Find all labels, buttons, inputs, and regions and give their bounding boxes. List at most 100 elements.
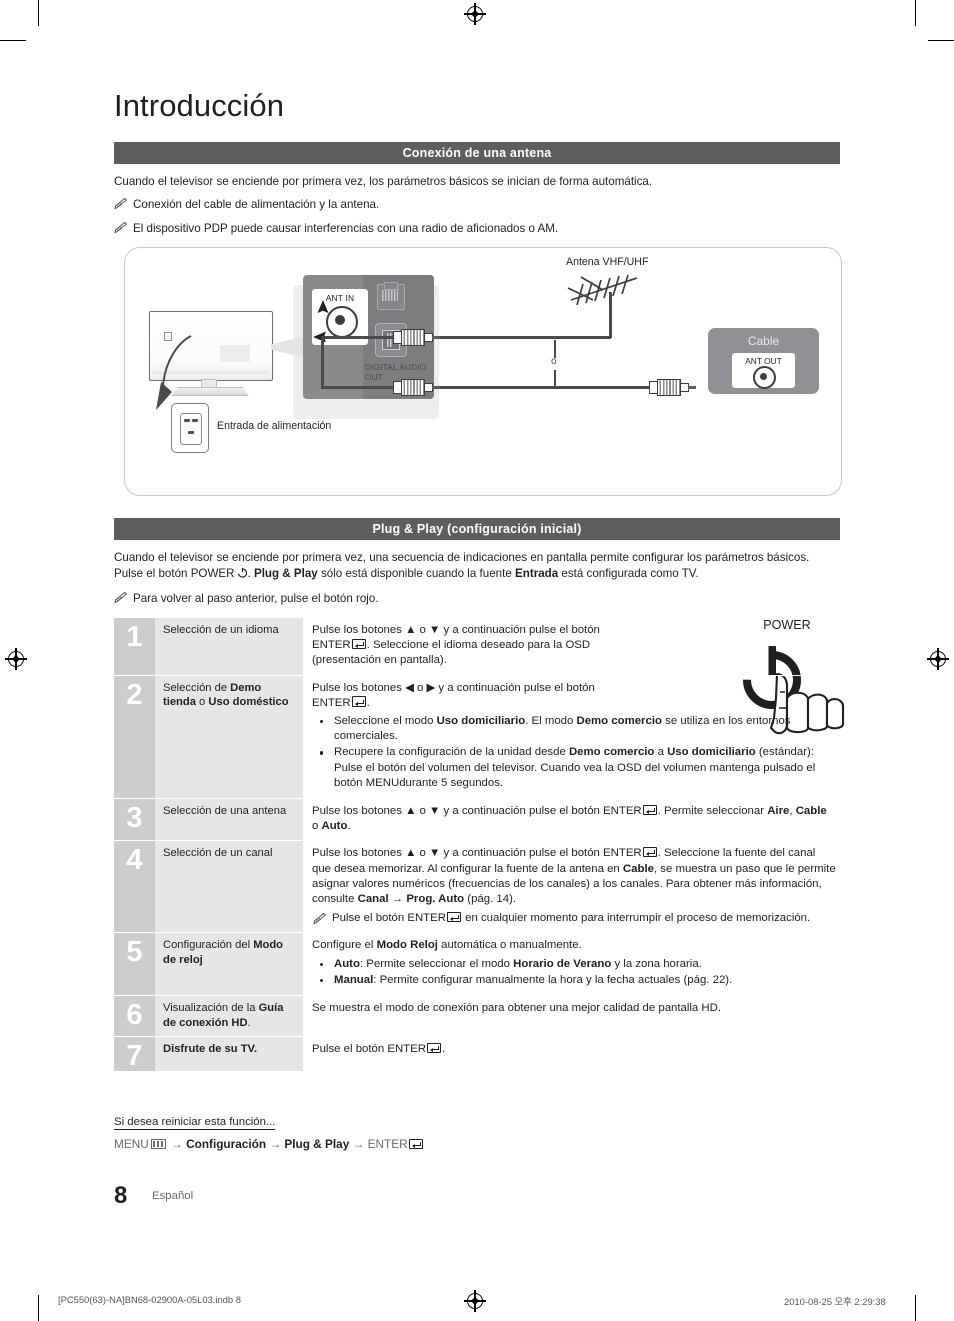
step4-note-p1: Pulse el botón ENTER: [332, 912, 446, 925]
entrada-bold-term: Entrada: [515, 566, 559, 580]
step-title-text: Selección de un canal: [163, 847, 273, 860]
reinit-heading: Si desea reiniciar esta función...: [114, 1116, 276, 1130]
step3-p5: .: [347, 820, 351, 833]
power-word: POWER: [190, 566, 235, 580]
registration-mark-top: [464, 3, 486, 25]
step-number: 4: [114, 841, 155, 933]
step-title-text: Selección de una antena: [163, 805, 287, 818]
plugplay-note-text: Para volver al paso anterior, pulse el b…: [133, 592, 379, 605]
antenna-intro-paragraph: Cuando el televisor se enciende por prim…: [114, 175, 653, 188]
step5-bullet-list: Auto: Permite seleccionar el modo Horari…: [312, 957, 836, 988]
registration-mark-bottom: [464, 1290, 486, 1312]
menu-path-arrow2: →: [266, 1137, 285, 1151]
coax-plug-lower-left: [393, 379, 440, 396]
arrow-into-ant-in-lower: [317, 300, 329, 313]
b1-b2: Demo comercio: [576, 715, 662, 728]
crop-mark-top-left-h: [0, 40, 26, 42]
menu-path-menu: MENU: [114, 1137, 149, 1151]
step6-title-a: Visualización de la: [163, 1002, 259, 1015]
step-number: 3: [114, 799, 155, 841]
section-heading-antenna: Conexión de una antena: [114, 142, 840, 164]
print-footer-datetime: 2010-08-25 오후 2:29:38: [784, 1296, 886, 1307]
wire-upper-horizontal: [321, 336, 611, 339]
step5-title-a: Configuración del: [163, 939, 254, 952]
step-number: 6: [114, 996, 155, 1037]
step1-line3: (presentación en pantalla).: [312, 654, 447, 667]
enter-key-icon: [642, 846, 657, 858]
enter-key-icon: [351, 638, 366, 650]
step-number: 7: [114, 1037, 155, 1072]
step6-title-c: .: [247, 1016, 251, 1029]
b2-p1: Recupere la configuración de la unidad d…: [334, 746, 569, 759]
s5b2-p1: : Permite configurar manualmente la hora…: [373, 973, 733, 986]
cable-box: Cable ANT OUT: [708, 328, 819, 394]
reinit-heading-text: Si desea reiniciar esta función...: [114, 1116, 276, 1130]
coax-plug-lower-right: [649, 379, 696, 396]
step-body: Configure el Modo Reloj automática o man…: [303, 933, 840, 995]
crop-mark-top-right-v: [915, 0, 917, 26]
wire-lower-vertical-to-antin: [321, 336, 324, 388]
pencil-note-icon: [313, 913, 327, 925]
crop-mark-top-right-h: [928, 40, 954, 42]
step1-line2b: . Seleccione el idioma deseado para la O…: [366, 639, 591, 652]
lan-port-icon: [377, 282, 405, 310]
step-body: Pulse los botones ◀ o ▶ y a continuación…: [303, 676, 840, 798]
coax-plug-upper-left: [393, 329, 440, 346]
plugplay-intro-part4: está configurada como TV.: [558, 566, 699, 580]
step-body: Pulse los botones ▲ o ▼ y a continuación…: [303, 618, 840, 675]
step3-p4: o: [312, 820, 322, 833]
list-item: Seleccione el modo Uso domiciliario. El …: [312, 714, 836, 744]
list-item: Recupere la configuración de la unidad d…: [312, 745, 836, 791]
step7-p2: .: [441, 1043, 446, 1056]
language-label: Español: [152, 1190, 194, 1202]
power-socket-inner: [180, 413, 202, 445]
step-row-2: 2 Selección de Demo tienda o Uso domésti…: [114, 675, 840, 800]
step2-line2b: .: [366, 696, 370, 709]
step-body: Pulse el botón ENTER.: [303, 1037, 840, 1071]
step-row-5: 5 Configuración del Modo de reloj Config…: [114, 933, 840, 997]
power-pin: [192, 419, 198, 422]
step2-bullet-list: Seleccione el modo Uso domiciliario. El …: [312, 714, 836, 791]
step-title: Selección de un canal: [155, 841, 303, 933]
plugplay-note: Para volver al paso anterior, pulse el b…: [114, 591, 840, 607]
step-body: Se muestra el modo de conexión para obte…: [303, 996, 840, 1036]
pencil-note-icon: [114, 222, 128, 234]
step7-p1: Pulse el botón ENTER: [312, 1043, 426, 1056]
manual-page: Introducción Conexión de una antena Cuan…: [0, 0, 954, 1321]
step3-p1: Pulse los botones ▲ o ▼ y a continuación…: [312, 805, 642, 818]
power-input-socket: [171, 403, 209, 453]
antenna-note-2-text: El dispositivo PDP puede causar interfer…: [133, 222, 559, 235]
power-pin: [188, 431, 194, 434]
antenna-connection-diagram: Entrada de alimentación DIGITAL AUDIO OU…: [124, 247, 842, 496]
step4-note-p2: en cualquier momento para interrumpir el…: [461, 912, 811, 925]
list-item: Auto: Permite seleccionar el modo Horari…: [312, 957, 836, 972]
step3-p2: . Permite seleccionar: [657, 805, 768, 818]
menu-path: MENU → Configuración → Plug & Play → ENT…: [114, 1137, 424, 1151]
step1-line1: Pulse los botones ▲ o ▼ y a continuación…: [312, 624, 600, 636]
b1-p1: Seleccione el modo: [334, 715, 437, 728]
step4-b1: Cable: [622, 862, 654, 875]
ant-out-label: ANT OUT: [745, 356, 782, 366]
ant-out-coax-icon: [753, 366, 776, 389]
step2-title-a: Selección de: [163, 681, 231, 694]
menu-path-enter: ENTER: [367, 1137, 408, 1151]
pencil-note-icon: [114, 198, 128, 210]
step7-title-b: Disfrute de su TV.: [163, 1043, 258, 1056]
enter-key-icon: [642, 804, 657, 816]
wire-lower-horizontal: [321, 386, 651, 389]
antenna-note-1-text: Conexión del cable de alimentación y la …: [133, 198, 380, 211]
step1-enter-word: ENTER: [312, 639, 351, 652]
step5-p1: Configure el: [312, 939, 377, 952]
registration-mark-left: [5, 648, 27, 670]
plugplay-bold-term: Plug & Play: [253, 566, 318, 580]
menu-path-arrow1: →: [167, 1137, 187, 1151]
step4-note: Pulse el botón ENTER en cualquier moment…: [312, 911, 836, 926]
step-title: Selección de una antena: [155, 799, 303, 841]
menu-path-config: Configuración: [186, 1137, 267, 1151]
step2-line1: Pulse los botones ◀ o ▶ y a continuación…: [312, 681, 595, 694]
cable-box-label: Cable: [747, 334, 780, 348]
pencil-note-icon: [114, 592, 128, 604]
plugplay-steps-table: 1 Selección de un idioma Pulse los boton…: [114, 618, 840, 1072]
b2-p2: a: [654, 746, 668, 759]
section-heading-antenna-label: Conexión de una antena: [402, 146, 552, 160]
